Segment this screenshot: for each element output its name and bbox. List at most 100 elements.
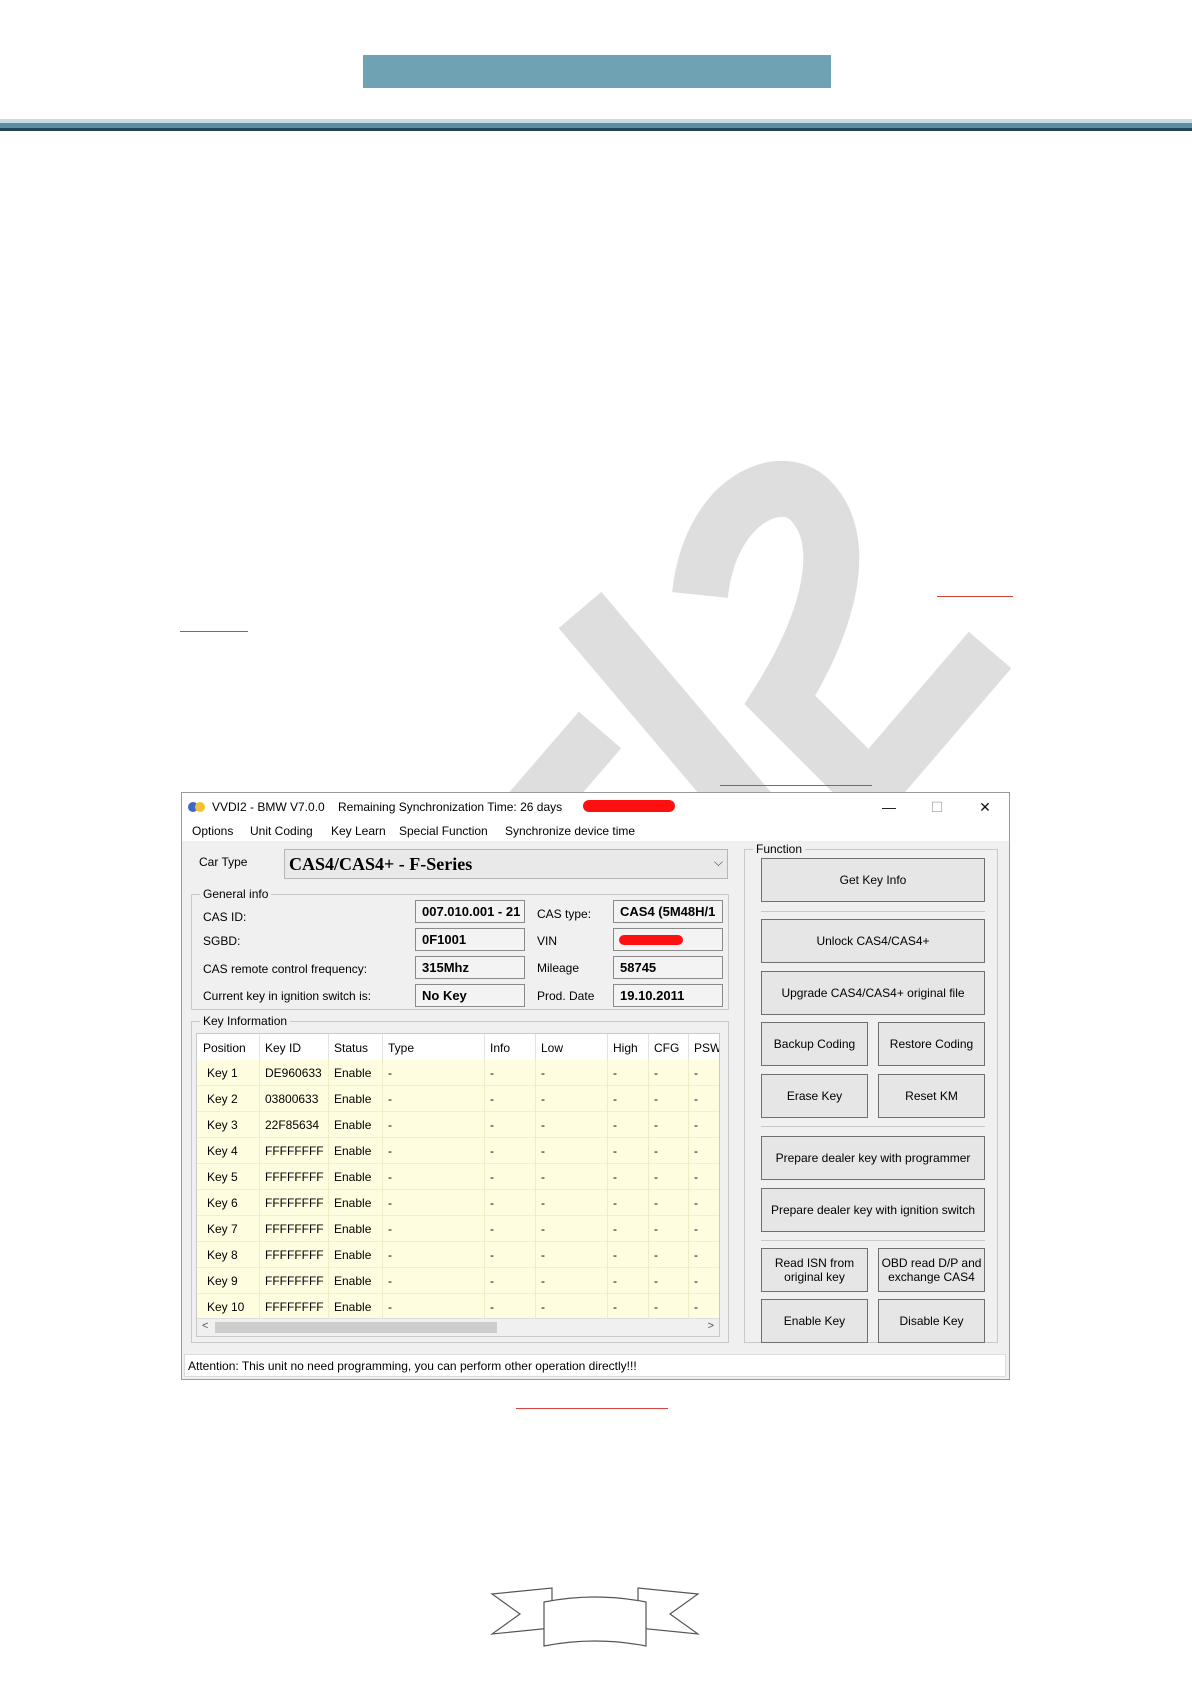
key-table[interactable]: Position Key ID Status Type Info Low Hig…: [196, 1033, 720, 1337]
key-status-cell: Enable: [334, 1144, 372, 1158]
menu-options[interactable]: Options: [192, 824, 233, 838]
horizontal-scrollbar[interactable]: < >: [197, 1318, 719, 1336]
unlock-cas4-button[interactable]: Unlock CAS4/CAS4+: [761, 919, 985, 963]
table-row[interactable]: Key 1 DE960633 Enable - - - - - -: [197, 1060, 719, 1086]
table-row[interactable]: Key 3 22F85634 Enable - - - - - -: [197, 1112, 719, 1138]
get-key-info-button[interactable]: Get Key Info: [761, 858, 985, 902]
column-header[interactable]: Info: [490, 1041, 510, 1055]
erase-key-button[interactable]: Erase Key: [761, 1074, 868, 1118]
key-id-cell: FFFFFFFF: [265, 1144, 324, 1158]
key-info-cell: -: [490, 1118, 494, 1132]
key-psw-cell: -: [694, 1066, 698, 1080]
table-row[interactable]: Key 2 03800633 Enable - - - - - -: [197, 1086, 719, 1112]
key-status-cell: Enable: [334, 1274, 372, 1288]
key-position-cell: Key 4: [207, 1144, 238, 1158]
key-psw-cell: -: [694, 1144, 698, 1158]
key-low-cell: -: [541, 1066, 545, 1080]
scroll-left-icon[interactable]: <: [202, 1320, 208, 1332]
column-header[interactable]: Type: [388, 1041, 414, 1055]
restore-coding-button[interactable]: Restore Coding: [878, 1022, 985, 1066]
key-status-cell: Enable: [334, 1118, 372, 1132]
key-psw-cell: -: [694, 1170, 698, 1184]
table-row[interactable]: Key 7 FFFFFFFF Enable - - - - - -: [197, 1216, 719, 1242]
scrollbar-thumb[interactable]: [215, 1322, 497, 1333]
prepare-key-programmer-button[interactable]: Prepare dealer key with programmer: [761, 1136, 985, 1180]
key-type-cell: -: [388, 1300, 392, 1314]
prepare-key-ignition-button[interactable]: Prepare dealer key with ignition switch: [761, 1188, 985, 1232]
key-high-cell: -: [613, 1144, 617, 1158]
key-type-cell: -: [388, 1196, 392, 1210]
table-row[interactable]: Key 4 FFFFFFFF Enable - - - - - -: [197, 1138, 719, 1164]
reset-km-button[interactable]: Reset KM: [878, 1074, 985, 1118]
column-header[interactable]: Position: [203, 1041, 246, 1055]
column-header[interactable]: Status: [334, 1041, 368, 1055]
table-row[interactable]: Key 8 FFFFFFFF Enable - - - - - -: [197, 1242, 719, 1268]
key-high-cell: -: [613, 1170, 617, 1184]
column-header[interactable]: CFG: [654, 1041, 679, 1055]
key-cfg-cell: -: [654, 1222, 658, 1236]
key-type-cell: -: [388, 1222, 392, 1236]
prod-date-field: 19.10.2011: [613, 984, 723, 1007]
key-psw-cell: -: [694, 1274, 698, 1288]
cas-id-label: CAS ID:: [203, 910, 247, 924]
key-high-cell: -: [613, 1248, 617, 1262]
column-header[interactable]: PSW: [694, 1041, 719, 1055]
close-button[interactable]: ✕: [962, 793, 1008, 821]
scroll-right-icon[interactable]: >: [708, 1320, 714, 1332]
menu-key-learn[interactable]: Key Learn: [331, 824, 386, 838]
link-underline: [516, 1408, 668, 1409]
divider: [761, 1240, 985, 1241]
key-high-cell: -: [613, 1300, 617, 1314]
key-type-cell: -: [388, 1092, 392, 1106]
table-row[interactable]: Key 5 FFFFFFFF Enable - - - - - -: [197, 1164, 719, 1190]
current-key-label: Current key in ignition switch is:: [203, 989, 372, 1003]
key-low-cell: -: [541, 1196, 545, 1210]
obd-read-button[interactable]: OBD read D/P and exchange CAS4: [878, 1248, 985, 1292]
link-underline: [180, 631, 248, 632]
key-id-cell: 22F85634: [265, 1118, 320, 1132]
table-row[interactable]: Key 9 FFFFFFFF Enable - - - - - -: [197, 1268, 719, 1294]
key-cfg-cell: -: [654, 1274, 658, 1288]
key-id-cell: 03800633: [265, 1092, 319, 1106]
key-low-cell: -: [541, 1118, 545, 1132]
key-position-cell: Key 9: [207, 1274, 238, 1288]
enable-key-button[interactable]: Enable Key: [761, 1299, 868, 1343]
maximize-button[interactable]: ☐: [914, 793, 960, 821]
key-info-cell: -: [490, 1092, 494, 1106]
column-header[interactable]: Low: [541, 1041, 563, 1055]
column-header[interactable]: Key ID: [265, 1041, 301, 1055]
key-high-cell: -: [613, 1118, 617, 1132]
cas-type-label: CAS type:: [537, 907, 592, 921]
status-bar: Attention: This unit no need programming…: [184, 1354, 1006, 1377]
upgrade-cas4-button[interactable]: Upgrade CAS4/CAS4+ original file: [761, 971, 985, 1015]
key-info-cell: -: [490, 1274, 494, 1288]
key-psw-cell: -: [694, 1118, 698, 1132]
redaction-mark: [619, 935, 683, 945]
key-cfg-cell: -: [654, 1300, 658, 1314]
key-cfg-cell: -: [654, 1092, 658, 1106]
key-id-cell: FFFFFFFF: [265, 1248, 324, 1262]
table-row[interactable]: Key 10 FFFFFFFF Enable - - - - - -: [197, 1294, 719, 1320]
column-header[interactable]: High: [613, 1041, 638, 1055]
minimize-button[interactable]: —: [866, 793, 912, 821]
key-low-cell: -: [541, 1144, 545, 1158]
backup-coding-button[interactable]: Backup Coding: [761, 1022, 868, 1066]
menu-synchronize-device-time[interactable]: Synchronize device time: [505, 824, 635, 838]
read-isn-button[interactable]: Read ISN from original key: [761, 1248, 868, 1292]
menu-special-function[interactable]: Special Function: [399, 824, 488, 838]
window-title: VVDI2 - BMW V7.0.0: [212, 800, 325, 814]
key-id-cell: FFFFFFFF: [265, 1222, 324, 1236]
table-header: Position Key ID Status Type Info Low Hig…: [197, 1034, 719, 1060]
key-status-cell: Enable: [334, 1170, 372, 1184]
menu-unit-coding[interactable]: Unit Coding: [250, 824, 313, 838]
key-id-cell: FFFFFFFF: [265, 1170, 324, 1184]
table-row[interactable]: Key 6 FFFFFFFF Enable - - - - - -: [197, 1190, 719, 1216]
key-psw-cell: -: [694, 1300, 698, 1314]
menu-bar: Options Unit Coding Key Learn Special Fu…: [182, 821, 1009, 841]
key-position-cell: Key 2: [207, 1092, 238, 1106]
app-logo-icon: [188, 802, 205, 812]
disable-key-button[interactable]: Disable Key: [878, 1299, 985, 1343]
car-type-value: CAS4/CAS4+ - F-Series: [289, 854, 473, 874]
car-type-select[interactable]: CAS4/CAS4+ - F-Series ⌵: [284, 849, 728, 879]
key-info-cell: -: [490, 1196, 494, 1210]
